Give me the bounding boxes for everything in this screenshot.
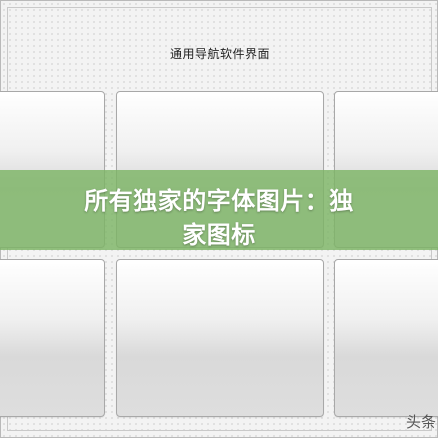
nav-tile-4[interactable] bbox=[0, 259, 105, 417]
tile-highlight bbox=[0, 261, 103, 264]
tile-highlight bbox=[0, 93, 103, 96]
caption-text: 所有独家的字体图片：独 家图标 bbox=[0, 184, 438, 252]
window-title: 通用导航软件界面 bbox=[169, 47, 270, 61]
tile-highlight bbox=[336, 93, 438, 96]
caption-line-2: 家图标 bbox=[182, 221, 256, 249]
nav-tile-5[interactable] bbox=[116, 259, 324, 417]
tile-highlight bbox=[118, 261, 322, 264]
watermark: 头条 bbox=[405, 413, 436, 431]
tile-highlight bbox=[118, 93, 322, 96]
tile-highlight bbox=[336, 261, 438, 264]
caption-line-1: 所有独家的字体图片：独 bbox=[84, 187, 354, 215]
nav-tile-6[interactable] bbox=[334, 259, 438, 417]
